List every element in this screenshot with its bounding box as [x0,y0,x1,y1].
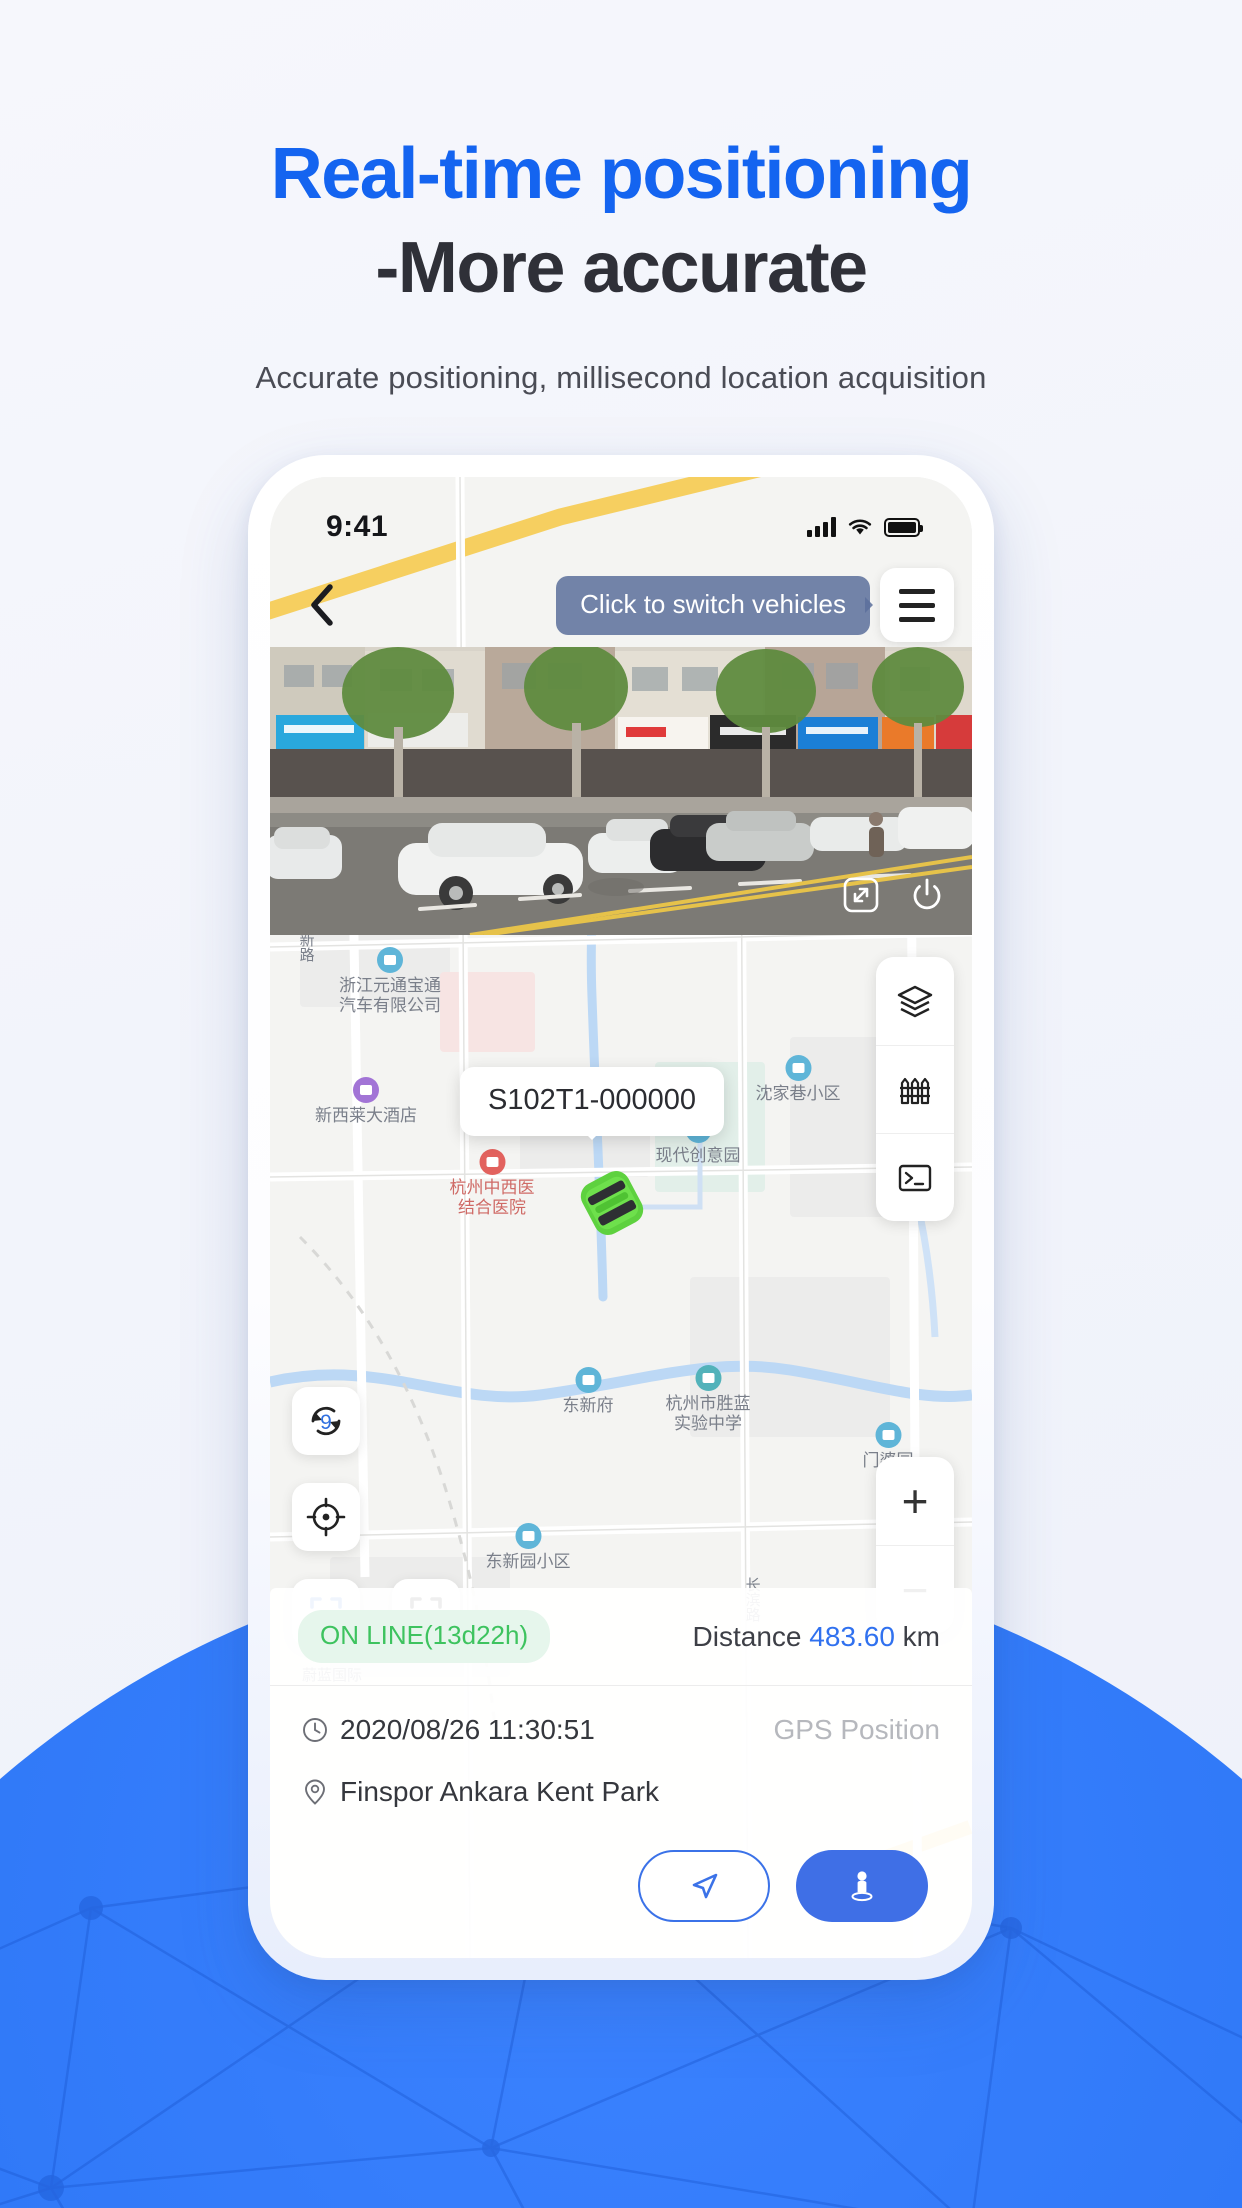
dashcam-video[interactable] [270,647,972,935]
power-video-button[interactable] [908,876,946,919]
panel-time-row: 2020/08/26 11:30:51 GPS Position [270,1686,972,1760]
map-tools-stack [876,957,954,1221]
clock-icon [302,1717,340,1743]
phone-screen: 银泰百货 跨贸小镇 浙江元通宝通 汽车有限公司 新西莱大酒店 杭州中西医 结合医… [270,477,972,1958]
navigation-arrow-icon [692,1873,718,1899]
page-title: Real-time positioning -More accurate [0,128,1242,315]
address: Finspor Ankara Kent Park [340,1776,660,1807]
phone-mockup: 银泰百货 跨贸小镇 浙江元通宝通 汽车有限公司 新西莱大酒店 杭州中西医 结合医… [248,455,994,1980]
page-subtitle: Accurate positioning, millisecond locati… [255,360,987,395]
wifi-icon [848,519,872,535]
locate-button[interactable] [292,1483,360,1551]
status-icons [807,517,923,537]
zoom-in-button[interactable]: + [876,1457,954,1545]
status-bar: 9:41 [270,477,972,563]
distance-label: Distance [692,1620,802,1652]
distance-unit: km [902,1620,940,1652]
vehicle-label-bubble[interactable]: S102T1-000000 [460,1067,724,1136]
navigate-button[interactable] [638,1850,770,1922]
expand-arrows-icon [843,877,879,913]
headline-line-2: -More accurate [375,227,868,308]
app-nav-bar: Click to switch vehicles [270,563,972,647]
position-type: GPS Position [773,1714,940,1745]
locate-crosshair-icon [306,1497,346,1537]
power-icon [913,878,941,910]
layers-button[interactable] [876,957,954,1045]
back-button[interactable] [296,579,348,631]
vehicle-marker[interactable] [570,1167,654,1244]
refresh-countdown: 9 [320,1411,332,1434]
geofence-button[interactable] [876,1045,954,1133]
vehicle-info-panel: ON LINE(13d22h) Distance 483.60 km 2020/… [270,1588,972,1958]
chevron-left-icon [311,584,333,626]
terminal-icon [898,1164,932,1191]
battery-full-icon [884,517,923,537]
video-controls [842,876,946,919]
hamburger-menu-icon [899,588,935,594]
panel-status-row: ON LINE(13d22h) Distance 483.60 km [270,1588,972,1686]
panel-action-buttons [270,1824,972,1958]
switch-vehicles-tooltip[interactable]: Click to switch vehicles [556,575,870,635]
signal-bars-icon [807,517,836,537]
menu-button[interactable] [880,568,954,642]
status-time: 9:41 [326,510,389,543]
vehicle-id: S102T1-000000 [488,1084,696,1116]
green-car-icon [580,1171,644,1235]
layers-icon [897,985,933,1018]
command-button[interactable] [876,1133,954,1221]
status-badge: ON LINE(13d22h) [298,1610,551,1663]
street-view-button[interactable] [796,1850,928,1922]
map-pin-icon [302,1778,340,1806]
timestamp: 2020/08/26 11:30:51 [340,1714,595,1745]
distance-readout: Distance 483.60 km [693,1621,940,1653]
refresh-button[interactable]: 9 [292,1387,360,1455]
headline-line-1: Real-time positioning [270,134,973,214]
panel-address-row: Finspor Ankara Kent Park [270,1760,972,1824]
fence-icon [900,1077,930,1104]
street-view-person-icon [851,1871,873,1902]
distance-value: 483.60 [809,1620,895,1652]
expand-video-button[interactable] [842,876,880,919]
